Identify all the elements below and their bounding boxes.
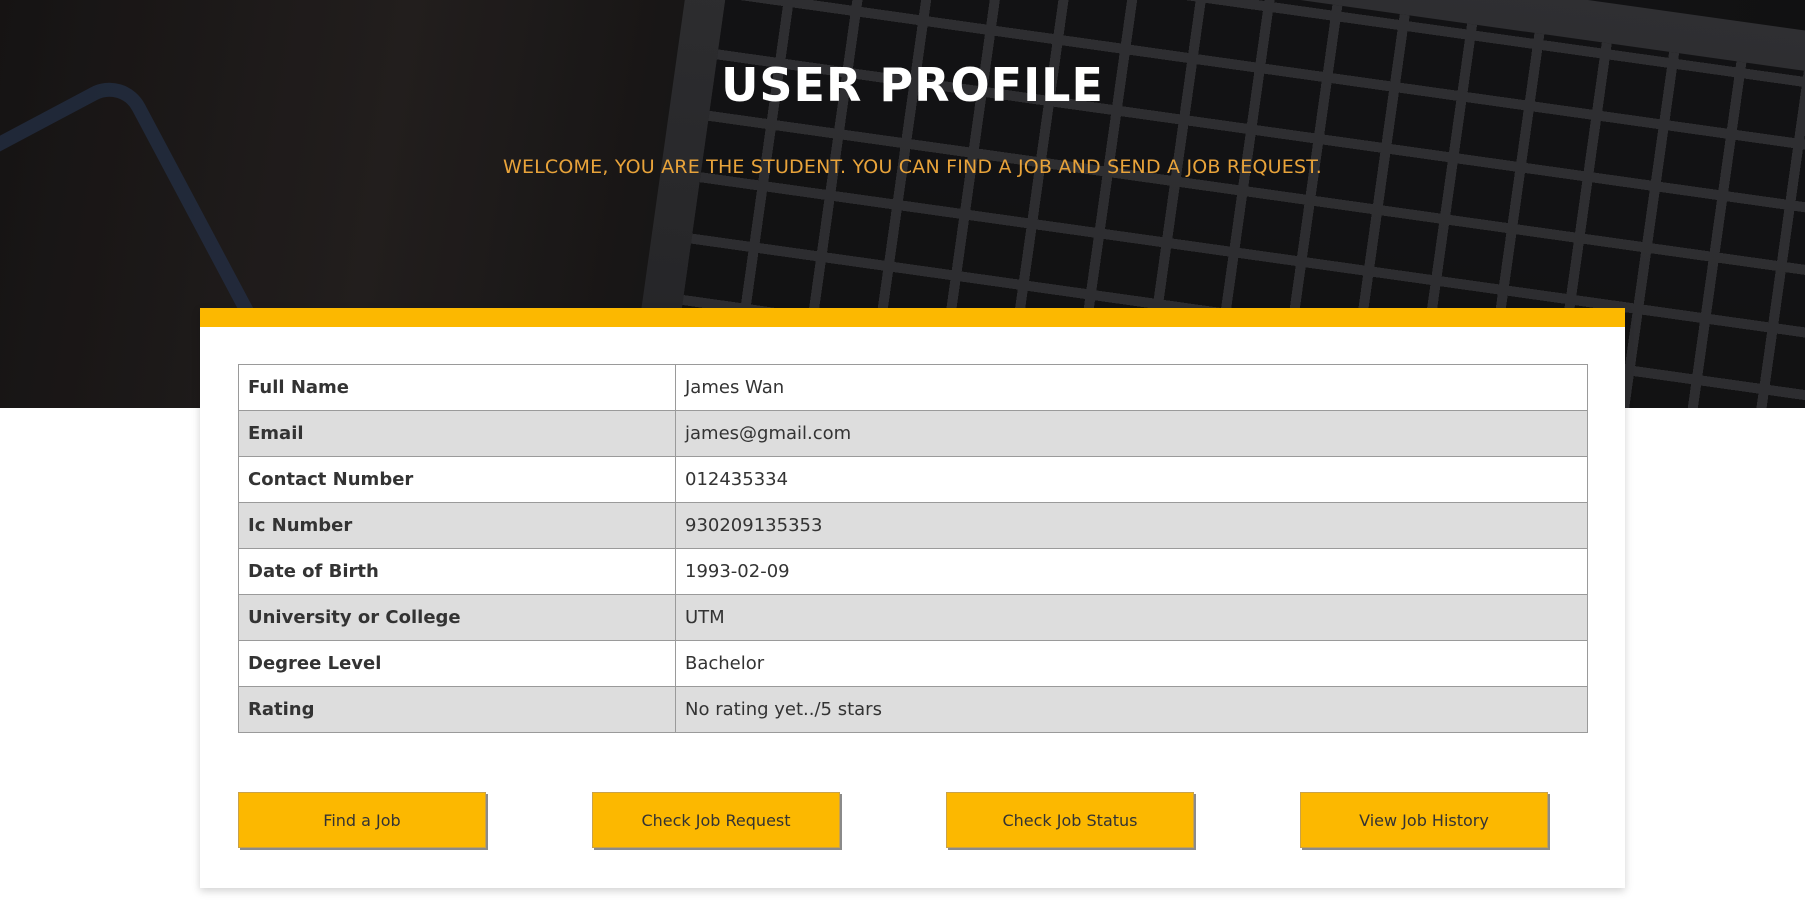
table-row: Degree Level Bachelor bbox=[238, 640, 1588, 687]
field-label: Degree Level bbox=[238, 640, 676, 687]
field-value: 1993-02-09 bbox=[675, 548, 1588, 595]
card-accent-bar bbox=[200, 308, 1625, 327]
field-value: Bachelor bbox=[675, 640, 1588, 687]
field-label: Ic Number bbox=[238, 502, 676, 549]
table-row: Rating No rating yet../5 stars bbox=[238, 686, 1588, 733]
table-row: Contact Number 012435334 bbox=[238, 456, 1588, 503]
field-label: Email bbox=[238, 410, 676, 457]
field-label: Contact Number bbox=[238, 456, 676, 503]
profile-table: Full Name James Wan Email james@gmail.co… bbox=[238, 364, 1588, 733]
field-label: Rating bbox=[238, 686, 676, 733]
field-label: Date of Birth bbox=[238, 548, 676, 595]
field-value: James Wan bbox=[675, 364, 1588, 411]
page-subtitle: WELCOME, YOU ARE THE STUDENT. YOU CAN FI… bbox=[502, 156, 1323, 178]
field-label: University or College bbox=[238, 594, 676, 641]
check-job-request-button[interactable]: Check Job Request bbox=[592, 792, 840, 848]
table-row: Date of Birth 1993-02-09 bbox=[238, 548, 1588, 595]
table-row: Email james@gmail.com bbox=[238, 410, 1588, 457]
view-job-history-button[interactable]: View Job History bbox=[1300, 792, 1548, 848]
field-value: 012435334 bbox=[675, 456, 1588, 503]
field-value: UTM bbox=[675, 594, 1588, 641]
field-label: Full Name bbox=[238, 364, 676, 411]
profile-card: Full Name James Wan Email james@gmail.co… bbox=[200, 308, 1625, 888]
field-value: 930209135353 bbox=[675, 502, 1588, 549]
check-job-status-button[interactable]: Check Job Status bbox=[946, 792, 1194, 848]
table-row: Ic Number 930209135353 bbox=[238, 502, 1588, 549]
find-job-button[interactable]: Find a Job bbox=[238, 792, 486, 848]
action-buttons: Find a Job Check Job Request Check Job S… bbox=[238, 792, 1588, 848]
field-value: No rating yet../5 stars bbox=[675, 686, 1588, 733]
table-row: University or College UTM bbox=[238, 594, 1588, 641]
table-row: Full Name James Wan bbox=[238, 364, 1588, 411]
page-title: USER PROFILE bbox=[721, 58, 1104, 112]
field-value: james@gmail.com bbox=[675, 410, 1588, 457]
